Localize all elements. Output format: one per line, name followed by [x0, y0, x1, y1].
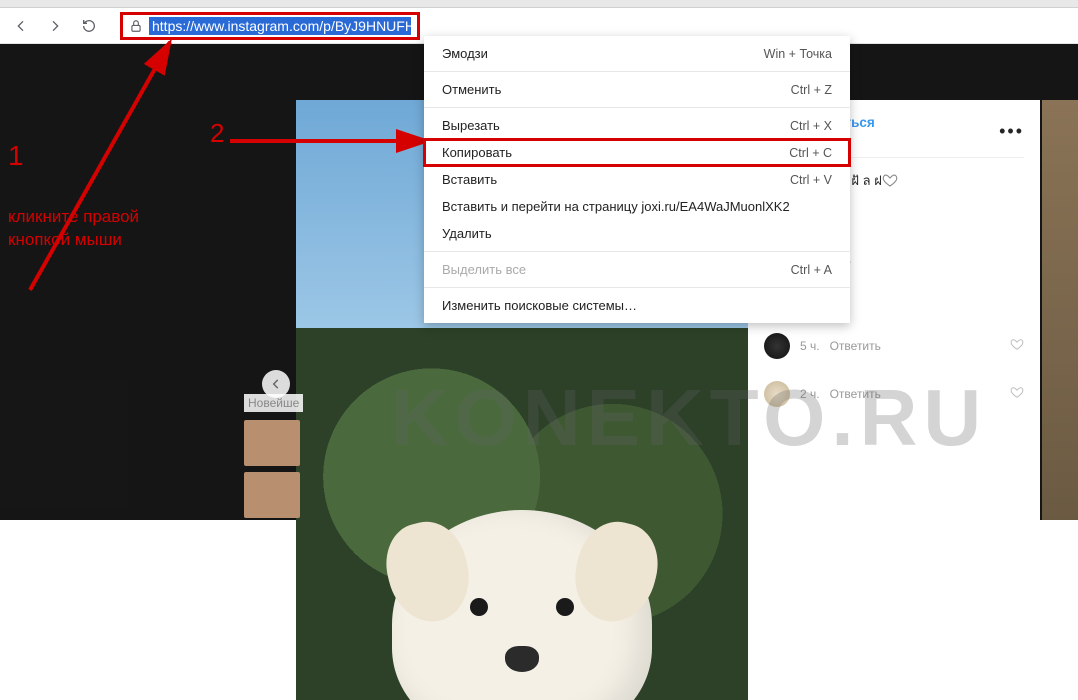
- ctx-cut[interactable]: ВырезатьCtrl + X: [424, 112, 850, 139]
- back-button[interactable]: [8, 13, 34, 39]
- ctx-paste-go[interactable]: Вставить и перейти на страницу joxi.ru/E…: [424, 193, 850, 220]
- annotation-step1-number: 1: [8, 140, 24, 172]
- ctx-search-engines[interactable]: Изменить поисковые системы…: [424, 292, 850, 319]
- address-bar[interactable]: https://www.instagram.com/p/ByJ9HNUFHP9/: [120, 12, 420, 40]
- reply-link[interactable]: Ответить: [830, 387, 881, 401]
- ctx-delete[interactable]: Удалить: [424, 220, 850, 247]
- reload-button[interactable]: [76, 13, 102, 39]
- ctx-emoji[interactable]: ЭмодзиWin + Точка: [424, 40, 850, 67]
- comment-row: 2 ч.Ответить: [764, 381, 1024, 407]
- comment-row: 5 ч.Ответить: [764, 333, 1024, 359]
- context-menu: ЭмодзиWin + Точка ОтменитьCtrl + Z Вырез…: [424, 36, 850, 323]
- tab-strip: [0, 0, 1078, 8]
- like-icon[interactable]: [1010, 385, 1024, 404]
- right-thumbnail-rail: [1042, 100, 1078, 520]
- forward-button[interactable]: [42, 13, 68, 39]
- annotation-step1-text: кликните правой кнопкой мыши: [8, 206, 139, 252]
- url-text: https://www.instagram.com/p/ByJ9HNUFHP9/: [149, 17, 411, 35]
- thumbnail-strip[interactable]: [244, 420, 300, 520]
- reply-link[interactable]: Ответить: [830, 339, 881, 353]
- annotation-step2-number: 2: [210, 118, 224, 149]
- ctx-copy[interactable]: КопироватьCtrl + C: [424, 139, 850, 166]
- ctx-paste[interactable]: ВставитьCtrl + V: [424, 166, 850, 193]
- avatar[interactable]: [764, 381, 790, 407]
- ctx-undo[interactable]: ОтменитьCtrl + Z: [424, 76, 850, 103]
- like-icon[interactable]: [1010, 337, 1024, 356]
- avatar[interactable]: [764, 333, 790, 359]
- ctx-select-all[interactable]: Выделить всеCtrl + A: [424, 256, 850, 283]
- newest-label: Новейше: [244, 394, 303, 412]
- like-icon[interactable]: [882, 172, 898, 193]
- more-options-button[interactable]: •••: [999, 121, 1024, 142]
- lock-icon: [129, 19, 143, 33]
